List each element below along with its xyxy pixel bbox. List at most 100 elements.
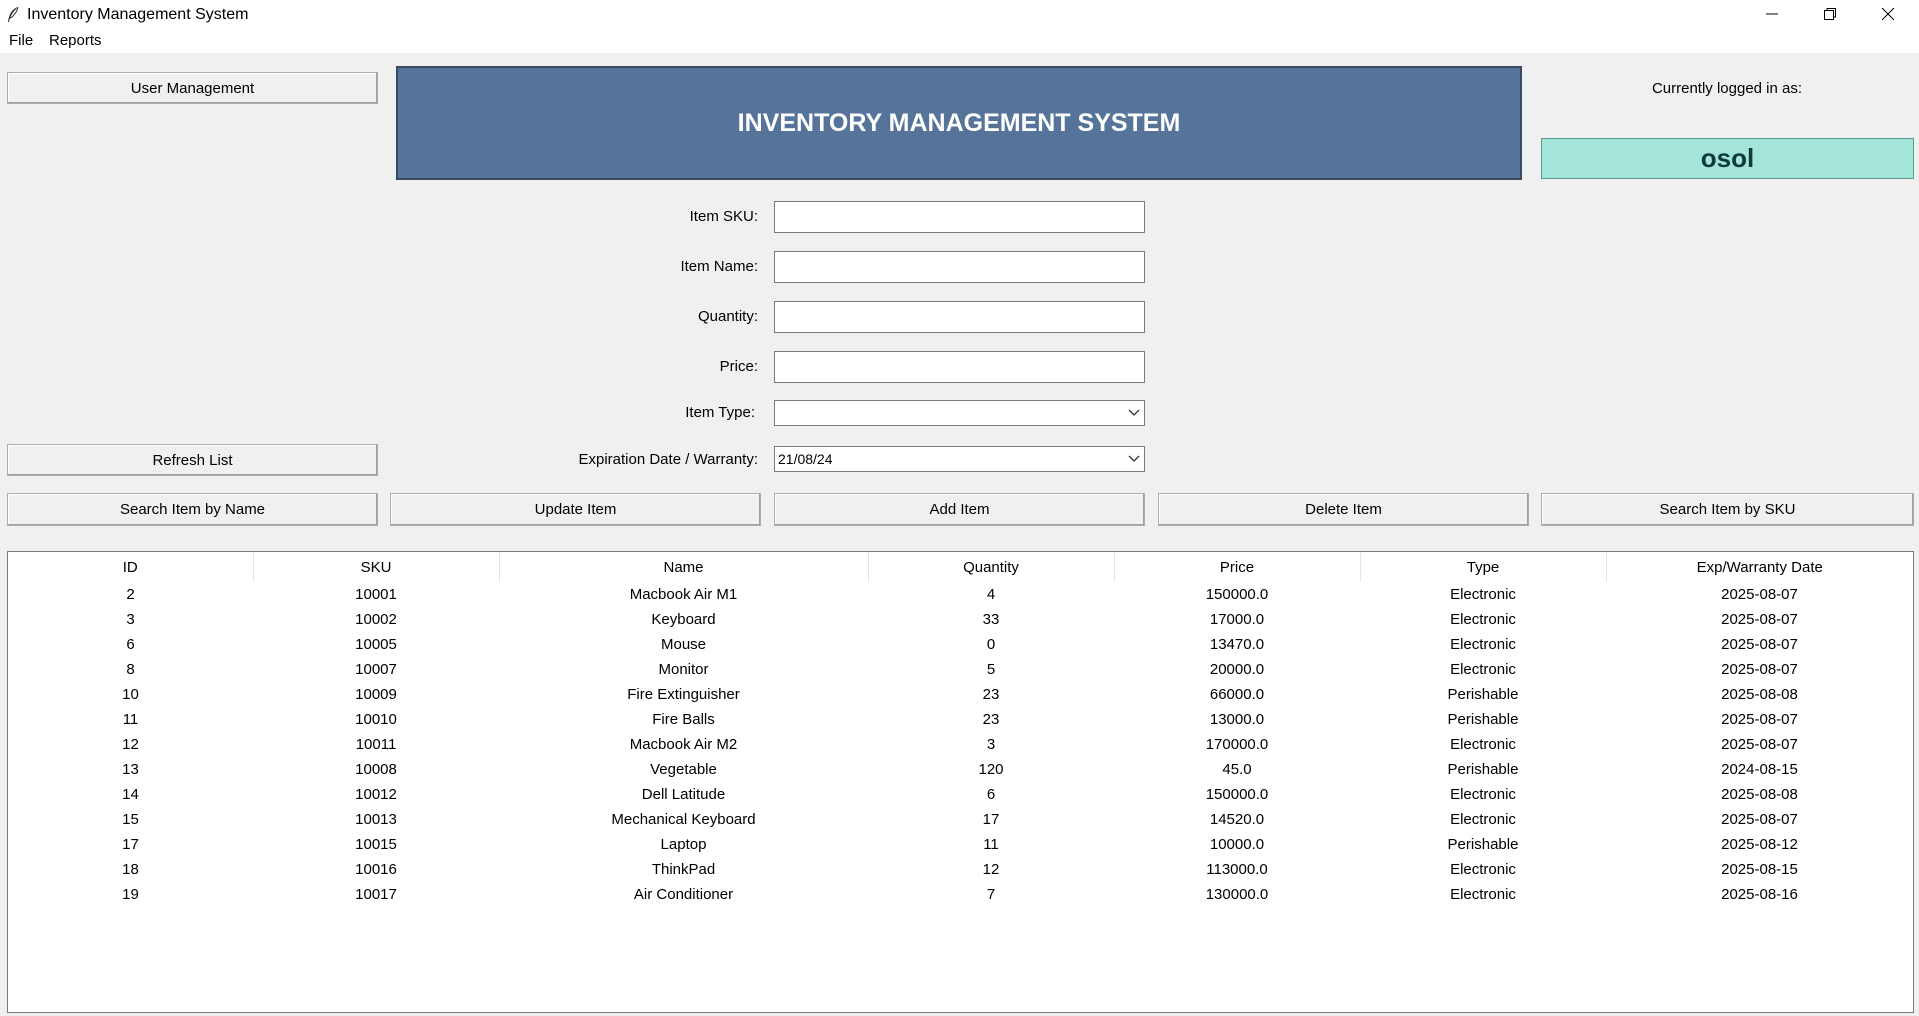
table-cell: Fire Balls <box>652 711 715 728</box>
table-cell: 17 <box>122 836 139 853</box>
search-by-name-button[interactable]: Search Item by Name <box>7 493 378 526</box>
menu-file[interactable]: File <box>9 32 33 49</box>
table-row[interactable]: 13 10008 Vegetable 120 45.0 Perishable 2024-08… <box>8 757 1913 782</box>
logged-in-label: Currently logged in as: <box>1651 80 1803 97</box>
table-cell: 2025-08-08 <box>1721 686 1798 703</box>
column-header[interactable]: SKU <box>252 552 499 582</box>
minimize-button[interactable] <box>1743 0 1801 29</box>
table-cell: 18 <box>122 861 139 878</box>
table-cell: Fire Extinguisher <box>627 686 740 703</box>
menu-bar: File Reports <box>0 29 1919 53</box>
table-cell: 2024-08-15 <box>1721 761 1798 778</box>
column-header[interactable]: Price <box>1113 552 1360 582</box>
table-cell: Perishable <box>1447 711 1519 728</box>
table-cell: 170000.0 <box>1205 736 1269 753</box>
inventory-grid: ID SKU Name Quantity Price Type Exp/Warranty D… <box>8 552 1913 907</box>
table-cell: Air Conditioner <box>633 886 734 903</box>
table-cell: 130000.0 <box>1205 886 1269 903</box>
table-cell: 5 <box>986 661 996 678</box>
table-cell: Electronic <box>1450 861 1516 878</box>
table-row[interactable]: 19 10017 Air Conditioner 7 130000.0 Electroni… <box>8 882 1913 907</box>
table-row[interactable]: 18 10016 ThinkPad 12 113000.0 Electronic 2025-… <box>8 857 1913 882</box>
column-header[interactable]: ID <box>8 552 253 582</box>
table-cell: Perishable <box>1447 686 1519 703</box>
table-cell: 6 <box>126 636 135 653</box>
table-cell: 45.0 <box>1222 761 1252 778</box>
table-cell: Mouse <box>660 636 707 653</box>
table-cell: 2025-08-12 <box>1721 836 1798 853</box>
table-cell: 150000.0 <box>1205 786 1269 803</box>
table-row[interactable]: 3 10002 Keyboard 33 17000.0 Electronic 2025-08… <box>8 607 1913 632</box>
item-type-select[interactable] <box>774 400 1145 426</box>
table-cell: 3 <box>126 611 135 628</box>
restore-button[interactable] <box>1801 0 1859 29</box>
column-header[interactable]: Name <box>498 552 868 582</box>
page-title: INVENTORY MANAGEMENT SYSTEM <box>396 66 1522 180</box>
table-cell: 10 <box>122 686 139 703</box>
table-cell: 4 <box>986 586 996 603</box>
add-item-button[interactable]: Add Item <box>774 493 1145 526</box>
table-cell: 2025-08-16 <box>1721 886 1798 903</box>
table-row[interactable]: 15 10013 Mechanical Keyboard 17 14520.0 Elect… <box>8 807 1913 832</box>
table-row[interactable]: 17 10015 Laptop 11 10000.0 Perishable 2025-08-… <box>8 832 1913 857</box>
menu-reports[interactable]: Reports <box>49 32 102 49</box>
quantity-input[interactable] <box>774 301 1145 333</box>
expiry-date-value: 21/08/24 <box>778 451 833 467</box>
table-cell: 14 <box>122 786 139 803</box>
table-row[interactable]: 11 10010 Fire Balls 23 13000.0 Perishable 2025… <box>8 707 1913 732</box>
table-cell: 2025-08-07 <box>1721 736 1798 753</box>
sku-input[interactable] <box>774 201 1145 233</box>
table-row[interactable]: 2 10001 Macbook Air M1 4 150000.0 Electronic 2… <box>8 582 1913 607</box>
table-cell: 10005 <box>355 636 397 653</box>
update-item-button[interactable]: Update Item <box>390 493 761 526</box>
table-cell: 10002 <box>355 611 397 628</box>
table-cell: Electronic <box>1450 886 1516 903</box>
delete-item-button[interactable]: Delete Item <box>1158 493 1529 526</box>
table-row[interactable]: 12 10011 Macbook Air M2 3 170000.0 Electronic… <box>8 732 1913 757</box>
table-cell: Mechanical Keyboard <box>611 811 756 828</box>
column-header[interactable]: Type <box>1359 552 1606 582</box>
expiry-date-select[interactable]: 21/08/24 <box>774 446 1145 472</box>
table-row[interactable]: 14 10012 Dell Latitude 6 150000.0 Electronic 2… <box>8 782 1913 807</box>
column-header[interactable]: Quantity <box>867 552 1114 582</box>
table-cell: 6 <box>986 786 996 803</box>
table-cell: 10000.0 <box>1209 836 1265 853</box>
table-cell: 10017 <box>355 886 397 903</box>
table-cell: 10016 <box>355 861 397 878</box>
close-button[interactable] <box>1859 0 1917 29</box>
name-label: Item Name: <box>680 258 758 275</box>
window-title: Inventory Management System <box>27 6 249 23</box>
table-cell: 10015 <box>355 836 397 853</box>
table-header-row: ID SKU Name Quantity Price Type Exp/Warranty D… <box>8 552 1913 582</box>
table-body: 2 10001 Macbook Air M1 4 150000.0 Electronic 2… <box>8 582 1913 907</box>
table-cell: 10012 <box>355 786 397 803</box>
table-cell: 2025-08-07 <box>1721 636 1798 653</box>
sku-label: Item SKU: <box>689 208 758 225</box>
table-cell: Electronic <box>1450 661 1516 678</box>
table-cell: 15 <box>122 811 139 828</box>
table-cell: Electronic <box>1450 611 1516 628</box>
table-cell: 150000.0 <box>1205 586 1269 603</box>
table-cell: 10010 <box>355 711 397 728</box>
user-management-button[interactable]: User Management <box>7 72 378 104</box>
refresh-list-button[interactable]: Refresh List <box>7 444 378 476</box>
table-cell: 66000.0 <box>1209 686 1265 703</box>
table-cell: 120 <box>978 761 1004 778</box>
price-input[interactable] <box>774 351 1145 383</box>
table-cell: Laptop <box>660 836 707 853</box>
search-by-sku-button[interactable]: Search Item by SKU <box>1541 493 1914 526</box>
table-row[interactable]: 6 10005 Mouse 0 13470.0 Electronic 2025-08-07 <box>8 632 1913 657</box>
column-header[interactable]: Exp/Warranty Date <box>1605 552 1913 582</box>
table-cell: 3 <box>986 736 996 753</box>
table-cell: Perishable <box>1447 761 1519 778</box>
table-cell: Dell Latitude <box>641 786 726 803</box>
table-cell: 8 <box>126 661 135 678</box>
table-cell: 2025-08-15 <box>1721 861 1798 878</box>
inventory-table[interactable]: ID SKU Name Quantity Price Type Exp/Warranty D… <box>7 551 1914 1013</box>
name-input[interactable] <box>774 251 1145 283</box>
table-cell: 10013 <box>355 811 397 828</box>
table-cell: 10008 <box>355 761 397 778</box>
table-row[interactable]: 10 10009 Fire Extinguisher 23 66000.0 Perisha… <box>8 682 1913 707</box>
table-cell: 10007 <box>355 661 397 678</box>
table-row[interactable]: 8 10007 Monitor 5 20000.0 Electronic 2025-08-0… <box>8 657 1913 682</box>
